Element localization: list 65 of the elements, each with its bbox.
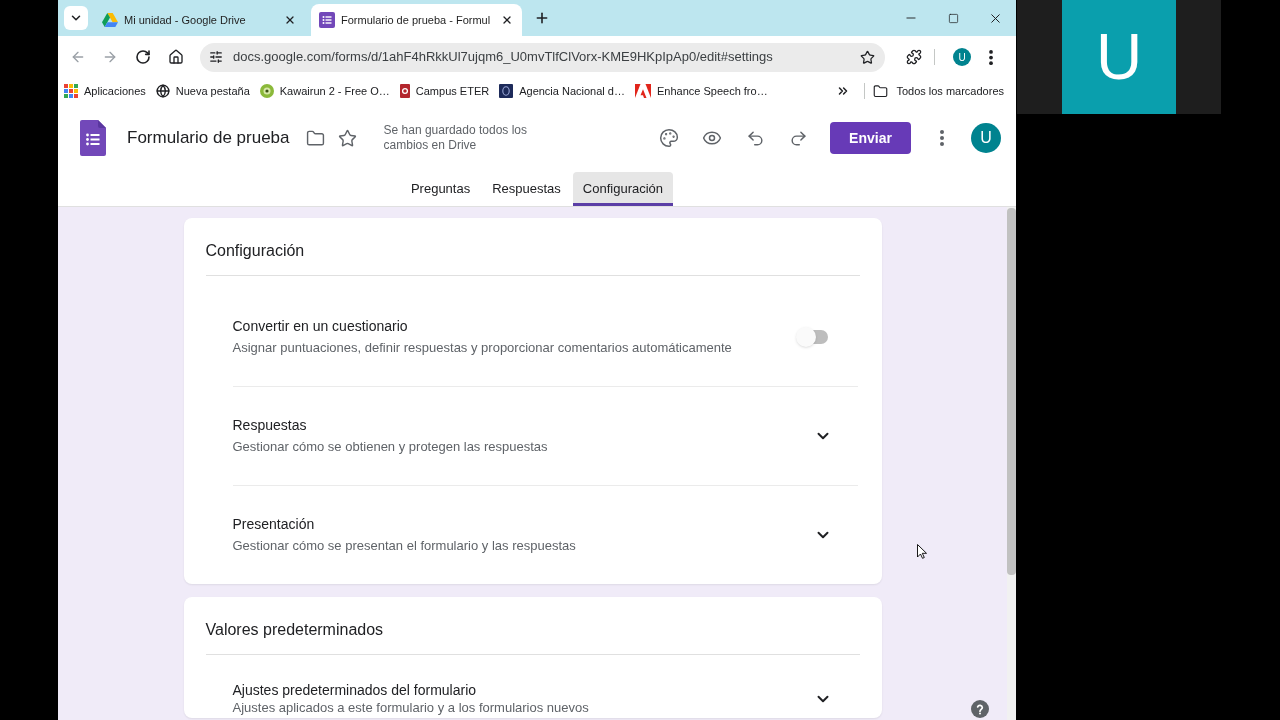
triangle-icon — [102, 13, 118, 27]
mouse-cursor-icon — [917, 544, 927, 559]
folder-icon — [306, 128, 326, 148]
form-document-icon — [80, 120, 106, 156]
setting-description: Asignar puntuaciones, definir respuestas y proporcionar comentarios automáticamente — [232, 339, 733, 357]
star-icon — [859, 49, 875, 65]
eye-icon — [702, 128, 722, 148]
setting-title: Convertir en un cuestionario — [232, 317, 409, 336]
setting-description: Gestionar cómo se obtienen y protegen las respuestas — [232, 438, 549, 456]
bookmark-item[interactable]: Nueva pestaña — [155, 82, 250, 100]
card-heading: Configuración — [205, 241, 306, 261]
form-tab[interactable]: Configuración — [572, 172, 674, 206]
account-avatar[interactable]: U — [971, 123, 1001, 153]
help-icon[interactable] — [971, 700, 989, 718]
menu-icon — [989, 49, 993, 65]
site-info-button[interactable] — [207, 48, 225, 66]
puzzle-icon — [906, 49, 922, 65]
profile-avatar[interactable]: U — [953, 48, 971, 66]
browser-tab[interactable]: Mi unidad - Google Drive — [94, 4, 305, 36]
save-status: Se han guardado todos los cambios en Drive — [383, 123, 528, 153]
card-heading: Valores predeterminados — [205, 620, 385, 640]
url-text: docs.google.com/forms/d/1ahF4hRkkUl7ujqm6_U0mvTlfClVorx-KME9HKpIpAp0/edit#settings — [233, 48, 774, 67]
setting-description: Ajustes aplicados a este formulario y a los formularios nuevos — [232, 700, 590, 716]
form-tab[interactable]: Preguntas — [400, 172, 481, 206]
ball-icon — [259, 84, 274, 98]
scrollbar[interactable] — [1007, 207, 1016, 720]
bookmark-tag-icon — [399, 84, 410, 98]
seal-icon — [499, 84, 514, 98]
all-bookmarks-button[interactable]: Todos los marcadores — [873, 82, 1004, 100]
plus-icon — [534, 10, 550, 26]
scrollbar-thumb[interactable] — [1007, 208, 1016, 575]
peak-logo-icon — [634, 84, 651, 98]
participant-initial: U — [1095, 25, 1143, 89]
list-document-icon — [319, 12, 335, 28]
setting-description: Gestionar cómo se presentan el formulario y las respuestas — [232, 537, 577, 555]
arrow-right-icon — [102, 49, 118, 65]
bookmark-item[interactable]: Enhance Speech fro… — [634, 82, 768, 100]
bookmark-item[interactable]: Aplicaciones — [64, 82, 146, 100]
tab-title: Formulario de prueba - Formul — [341, 12, 492, 28]
bookmark-item[interactable]: Agencia Nacional d… — [499, 82, 625, 100]
setting-title: Respuestas — [232, 416, 308, 435]
star-icon — [338, 128, 358, 148]
tab-list-button[interactable] — [64, 6, 88, 30]
maximize-icon — [947, 12, 959, 24]
bookmark-item[interactable]: Campus ETER — [399, 82, 490, 100]
close-icon — [284, 14, 296, 26]
browser-tab[interactable]: Formulario de prueba - Formul — [311, 4, 522, 36]
folder-icon — [873, 83, 889, 99]
setting-title: Presentación — [232, 515, 316, 534]
close-icon — [501, 14, 513, 26]
menu-icon — [940, 130, 944, 146]
globe-icon — [155, 84, 170, 98]
home-icon — [168, 49, 184, 65]
toggle-switch[interactable] — [795, 327, 830, 347]
bookmark-item[interactable]: Kawairun 2 - Free O… — [259, 82, 390, 100]
grid-dots-icon — [64, 84, 78, 98]
form-title[interactable]: Formulario de prueba — [127, 125, 290, 151]
setting-title: Ajustes predeterminados del formulario — [232, 681, 478, 699]
sliders-icon — [209, 50, 223, 64]
send-button[interactable]: Enviar — [830, 122, 911, 154]
palette-icon — [659, 128, 679, 148]
tab-title: Mi unidad - Google Drive — [124, 12, 247, 28]
reload-icon — [135, 49, 151, 65]
form-tab[interactable]: Respuestas — [482, 172, 571, 206]
address-bar[interactable]: docs.google.com/forms/d/1ahF4hRkkUl7ujqm6_U0mvTlfClVorx-KME9HKpIpAp0/edit#settings — [200, 42, 885, 72]
